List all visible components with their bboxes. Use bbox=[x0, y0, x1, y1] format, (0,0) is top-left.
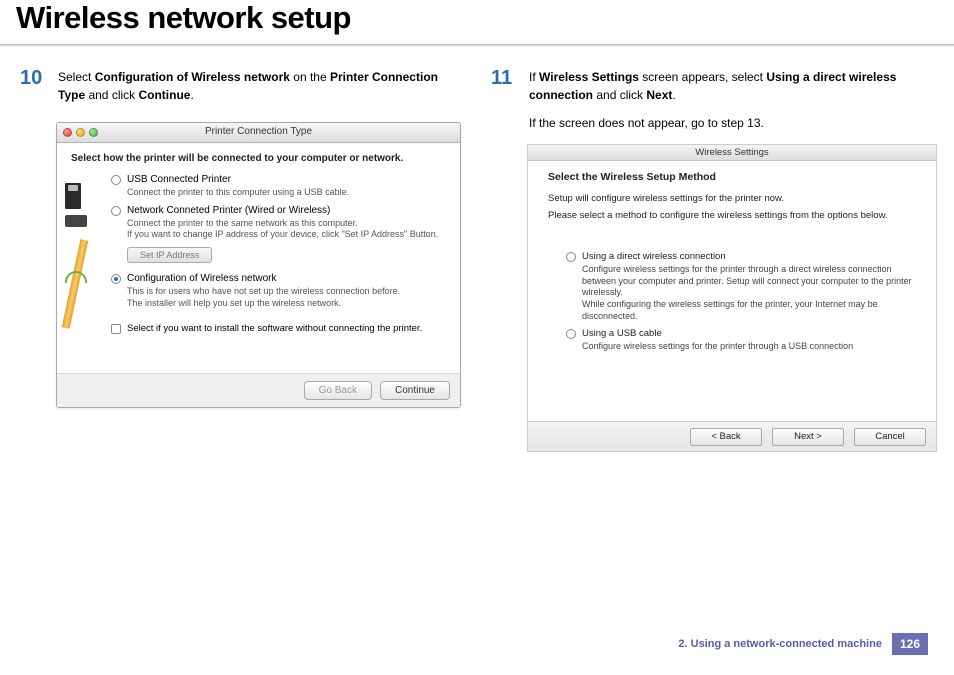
pencil-icon bbox=[65, 239, 87, 359]
option-direct-wireless-desc: Configure wireless settings for the prin… bbox=[582, 264, 916, 322]
step-number-10: 10 bbox=[20, 68, 48, 104]
column-left: 10 Select Configuration of Wireless netw… bbox=[20, 68, 461, 452]
network-printer-icon bbox=[65, 215, 87, 227]
option-usb-desc: Connect the printer to this computer usi… bbox=[127, 187, 446, 199]
option-network-label: Network Conneted Printer (Wired or Wirel… bbox=[127, 205, 330, 216]
radio-usb[interactable] bbox=[111, 175, 121, 185]
step-10: 10 Select Configuration of Wireless netw… bbox=[20, 68, 461, 104]
step-11: 11 If Wireless Settings screen appears, … bbox=[491, 68, 937, 104]
step-11-text: If Wireless Settings screen appears, sel… bbox=[529, 68, 937, 104]
dialog1-side-icons bbox=[65, 183, 95, 283]
checkbox-install-without-connect[interactable] bbox=[111, 324, 121, 334]
option-wireless-config[interactable]: Configuration of Wireless network bbox=[111, 273, 446, 284]
option-direct-wireless[interactable]: Using a direct wireless connection bbox=[566, 251, 916, 262]
wifi-icon bbox=[65, 269, 85, 283]
go-back-button[interactable]: Go Back bbox=[304, 381, 372, 400]
footer-chapter: 2. Using a network-connected machine bbox=[678, 638, 882, 650]
dialog2-body: Select the Wireless Setup Method Setup w… bbox=[528, 161, 936, 421]
column-right: 11 If Wireless Settings screen appears, … bbox=[491, 68, 937, 452]
usb-icon bbox=[65, 183, 81, 209]
dialog2-heading: Select the Wireless Setup Method bbox=[548, 171, 916, 183]
option-usb-cable[interactable]: Using a USB cable bbox=[566, 328, 916, 339]
cancel-button[interactable]: Cancel bbox=[854, 428, 926, 446]
dialog1-heading: Select how the printer will be connected… bbox=[71, 153, 446, 164]
option-network-desc: Connect the printer to the same network … bbox=[127, 218, 446, 241]
dialog1-body: Select how the printer will be connected… bbox=[57, 143, 460, 373]
next-button[interactable]: Next > bbox=[772, 428, 844, 446]
step-number-11: 11 bbox=[491, 68, 519, 104]
content-columns: 10 Select Configuration of Wireless netw… bbox=[0, 48, 954, 452]
dialog2-intro2: Please select a method to configure the … bbox=[548, 210, 916, 221]
dialog1-footer: Go Back Continue bbox=[57, 373, 460, 407]
radio-wireless-config[interactable] bbox=[111, 274, 121, 284]
option-direct-wireless-label: Using a direct wireless connection bbox=[582, 251, 726, 262]
back-button[interactable]: < Back bbox=[690, 428, 762, 446]
dialog2-footer: < Back Next > Cancel bbox=[528, 421, 936, 451]
set-ip-address-button[interactable]: Set IP Address bbox=[127, 247, 212, 263]
step-10-text: Select Configuration of Wireless network… bbox=[58, 68, 461, 104]
option-install-without-connect[interactable]: Select if you want to install the softwa… bbox=[111, 323, 446, 334]
dialog2-intro1: Setup will configure wireless settings f… bbox=[548, 193, 916, 204]
continue-button[interactable]: Continue bbox=[380, 381, 450, 400]
page-header: Wireless network setup bbox=[0, 0, 954, 48]
page-footer: 2. Using a network-connected machine 126 bbox=[678, 633, 928, 655]
option-network[interactable]: Network Conneted Printer (Wired or Wirel… bbox=[111, 205, 446, 216]
dialog2-titlebar: Wireless Settings bbox=[528, 145, 936, 161]
dialog-wireless-settings: Wireless Settings Select the Wireless Se… bbox=[527, 144, 937, 452]
option-wireless-config-desc: This is for users who have not set up th… bbox=[127, 286, 446, 309]
option-usb[interactable]: USB Connected Printer bbox=[111, 174, 446, 185]
dialog1-title: Printer Connection Type bbox=[57, 126, 460, 137]
option-usb-cable-label: Using a USB cable bbox=[582, 328, 662, 339]
option-usb-cable-desc: Configure wireless settings for the prin… bbox=[582, 341, 916, 353]
radio-usb-cable[interactable] bbox=[566, 329, 576, 339]
page-title: Wireless network setup bbox=[16, 0, 351, 36]
page-number: 126 bbox=[892, 633, 928, 655]
radio-network[interactable] bbox=[111, 206, 121, 216]
radio-direct-wireless[interactable] bbox=[566, 252, 576, 262]
header-underline bbox=[0, 44, 954, 47]
step-11-extra-text: If the screen does not appear, go to ste… bbox=[529, 114, 937, 132]
option-wireless-config-label: Configuration of Wireless network bbox=[127, 273, 277, 284]
dialog1-titlebar: Printer Connection Type bbox=[57, 123, 460, 143]
checkbox-label: Select if you want to install the softwa… bbox=[127, 323, 422, 334]
dialog-printer-connection-type: Printer Connection Type Select how the p… bbox=[56, 122, 461, 408]
option-usb-label: USB Connected Printer bbox=[127, 174, 231, 185]
